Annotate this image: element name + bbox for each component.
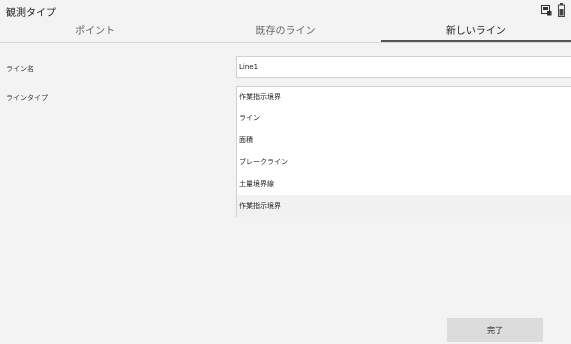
page-title: 観測タイプ bbox=[6, 8, 56, 19]
option-line[interactable]: ライン bbox=[237, 107, 571, 129]
option-work-order-boundary[interactable]: 作業指示境界 bbox=[237, 195, 571, 217]
option-earthwork-boundary[interactable]: 土量境界線 bbox=[237, 173, 571, 195]
line-type-label: ラインタイプ bbox=[6, 94, 48, 102]
line-name-input[interactable]: Line1 bbox=[236, 56, 571, 78]
line-name-label: ライン名 bbox=[6, 65, 34, 73]
tab-divider bbox=[0, 42, 571, 43]
battery-icon bbox=[558, 3, 565, 17]
done-button[interactable]: 完了 bbox=[447, 318, 543, 342]
device-screen-icon[interactable] bbox=[541, 4, 552, 16]
tab-existing-line[interactable]: 既存のライン bbox=[190, 22, 380, 42]
option-breakline[interactable]: ブレークライン bbox=[237, 151, 571, 173]
observation-type-tabs: ポイント 既存のライン 新しいライン bbox=[0, 22, 571, 42]
option-area[interactable]: 面積 bbox=[237, 129, 571, 151]
line-type-select[interactable]: 作業指示境界 bbox=[236, 86, 571, 108]
status-icons bbox=[541, 3, 565, 17]
title-bar: 観測タイプ bbox=[0, 0, 571, 22]
tab-point[interactable]: ポイント bbox=[0, 22, 190, 42]
tab-new-line[interactable]: 新しいライン bbox=[380, 22, 571, 42]
line-type-dropdown-list: ライン 面積 ブレークライン 土量境界線 作業指示境界 bbox=[236, 107, 571, 217]
